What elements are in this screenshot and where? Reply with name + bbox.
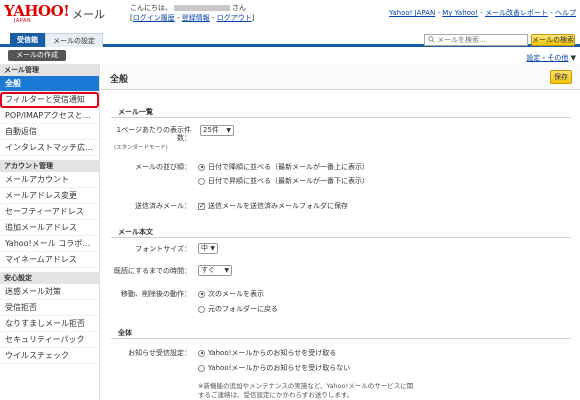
sidebar-item-pop-imap[interactable]: POP/IMAPアクセスと… [0, 108, 99, 124]
search-box [424, 34, 528, 46]
app-name: メール [72, 8, 105, 21]
divider [111, 117, 571, 118]
sidebar-item-spam[interactable]: 迷惑メール対策 [0, 284, 99, 300]
sort-desc-label: 日付で降順に並べる（最新メールが一番上に表示） [208, 163, 369, 171]
radio-unselected[interactable] [198, 305, 205, 313]
sidebar-item-address-change[interactable]: メールアドレス変更 [0, 188, 99, 204]
chevron-down-icon: ▼ [210, 245, 215, 252]
checkbox-checked[interactable] [198, 202, 205, 210]
sidebar-item-myname-address[interactable]: マイネームアドレス [0, 252, 99, 268]
after-action-back-label: 元のフォルダーに戻る [208, 305, 278, 313]
read-time-label: 既読にするまでの時間： [113, 267, 191, 275]
radio-selected[interactable] [198, 163, 205, 171]
sort-label: メールの並び順： [135, 163, 191, 171]
notice-note-line1: ※新機能の追加やメンテナンスの実施など、Yahoo!メールのサービスに関 [198, 382, 414, 390]
divider [111, 338, 571, 339]
notice-note-line2: するご連絡は、受信設定にかかわらずお送りします。 [198, 391, 354, 399]
sidebar-item-auto-reply[interactable]: 自動返信 [0, 124, 99, 140]
chevron-down-icon: ▼ [224, 267, 229, 274]
radio-unselected[interactable] [198, 177, 205, 185]
read-time-select[interactable]: すぐ ▼ [198, 265, 232, 276]
notice-decline-label: Yahoo!メールからのお知らせを受け取らない [208, 364, 351, 372]
section-mail-list-title: メール一覧 [118, 108, 153, 116]
sidebar: メール管理 全般 フィルターと受信通知 POP/IMAPアクセスと… 自動返信 … [0, 64, 100, 400]
per-page-label-2: 数： [177, 134, 191, 142]
sidebar-item-additional-address[interactable]: 追加メールアドレス [0, 220, 99, 236]
after-action-next-label: 次のメールを表示 [208, 290, 264, 298]
per-page-value: 25件 [203, 126, 219, 134]
tab-mail-settings[interactable]: メールの設定 [45, 33, 103, 47]
search-icon [428, 36, 435, 43]
masked-username [174, 5, 230, 11]
search-input[interactable] [437, 35, 527, 45]
sidebar-item-interest-match[interactable]: インタレストマッチ広… [0, 140, 99, 156]
sidebar-item-virus-check[interactable]: ウイルスチェック [0, 348, 99, 364]
settings-link[interactable]: 設定・その他 [526, 54, 568, 62]
account-info-link[interactable]: 登録情報 [182, 14, 210, 22]
after-action-back-option[interactable]: 元のフォルダーに戻る [198, 304, 278, 314]
chevron-down-icon: ▼ [226, 127, 231, 134]
sent-save-label: 送信メールを送信済みメールフォルダに保存 [208, 202, 348, 210]
notice-receive-label: Yahoo!メールからのお知らせを受け取る [208, 349, 337, 357]
sent-save-option[interactable]: 送信メールを送信済みメールフォルダに保存 [198, 201, 348, 211]
sidebar-item-filters[interactable]: フィルターと受信通知 [0, 92, 99, 108]
sidebar-item-security-pack[interactable]: セキュリティーパック [0, 332, 99, 348]
sort-desc-option[interactable]: 日付で降順に並べる（最新メールが一番上に表示） [198, 162, 369, 172]
top-links: Yahoo! JAPAN - My Yahoo! - メール改善レポート - ヘ… [389, 9, 576, 17]
sidebar-section-mail: メール管理 [0, 64, 99, 76]
notice-note: ※新機能の追加やメンテナンスの実施など、Yahoo!メールのサービスに関 するご… [198, 382, 573, 400]
sidebar-item-general[interactable]: 全般 [0, 76, 99, 92]
yahoo-japan-link[interactable]: Yahoo! JAPAN [389, 9, 435, 17]
sent-label: 送信済みメール： [135, 202, 191, 210]
account-links: [ログイン履歴 - 登録情報 - ログアウト] [130, 14, 255, 22]
section-mail-body-title: メール本文 [118, 228, 153, 236]
font-size-value: 中 [201, 244, 208, 252]
notice-decline-option[interactable]: Yahoo!メールからのお知らせを受け取らない [198, 363, 350, 373]
radio-selected[interactable] [198, 349, 205, 357]
logout-link[interactable]: ログアウト [217, 14, 252, 22]
read-time-value: すぐ [201, 266, 215, 274]
sidebar-item-mail-account[interactable]: メールアカウント [0, 172, 99, 188]
per-page-sublabel: (スタンダードモード) [114, 145, 168, 151]
save-button[interactable]: 保存 [550, 70, 572, 84]
sidebar-item-collab[interactable]: Yahoo!メール コラボ… [0, 236, 99, 252]
title-bar: 全般 保存 [101, 64, 580, 90]
yahoo-logo-sub: JAPAN [14, 18, 32, 24]
tab-inbox[interactable]: 受信箱 [10, 33, 45, 47]
chevron-down-icon: ▼ [570, 54, 576, 62]
login-history-link[interactable]: ログイン履歴 [133, 14, 175, 22]
greeting-prefix: こんにちは、 [130, 4, 172, 12]
sidebar-item-block[interactable]: 受信拒否 [0, 300, 99, 316]
sort-asc-option[interactable]: 日付で昇順に並べる（最新メールが一番下に表示） [198, 176, 369, 186]
sidebar-item-spoof-block[interactable]: なりすましメール拒否 [0, 316, 99, 332]
font-size-select[interactable]: 中 ▼ [198, 243, 218, 254]
after-action-label: 移動、削除後の動作： [121, 290, 191, 298]
search-button[interactable]: メールの検索 [531, 34, 575, 46]
font-size-label: フォントサイズ： [135, 245, 191, 253]
greeting-suffix: さん [232, 4, 246, 12]
sidebar-section-account: アカウント管理 [0, 160, 99, 172]
notice-label: お知らせ受信設定： [128, 349, 191, 357]
radio-unselected[interactable] [198, 364, 205, 372]
sidebar-section-security: 安心設定 [0, 272, 99, 284]
divider [111, 237, 571, 238]
header: YAHOO! JAPAN メール こんにちは、 さん [ログイン履歴 - 登録情報… [0, 0, 580, 30]
sort-asc-label: 日付で昇順に並べる（最新メールが一番下に表示） [208, 177, 369, 185]
settings-menu[interactable]: 設定・その他 ▼ [526, 53, 576, 63]
my-yahoo-link[interactable]: My Yahoo! [442, 9, 478, 17]
mail-report-link[interactable]: メール改善レポート [485, 9, 548, 17]
sidebar-item-safety-address[interactable]: セーフティーアドレス [0, 204, 99, 220]
greeting: こんにちは、 さん [130, 3, 246, 13]
per-page-select[interactable]: 25件 ▼ [200, 125, 234, 136]
radio-selected[interactable] [198, 290, 205, 298]
compose-button[interactable]: メールの作成 [8, 50, 66, 61]
main-panel: 全般 保存 メール一覧 1ページあたりの表示件 数： (スタンダードモード) 2… [101, 64, 580, 400]
notice-receive-option[interactable]: Yahoo!メールからのお知らせを受け取る [198, 348, 336, 358]
help-link[interactable]: ヘルプ [555, 9, 576, 17]
page-title: 全般 [110, 75, 129, 85]
section-general-title: 全体 [118, 329, 132, 337]
after-action-next-option[interactable]: 次のメールを表示 [198, 289, 264, 299]
